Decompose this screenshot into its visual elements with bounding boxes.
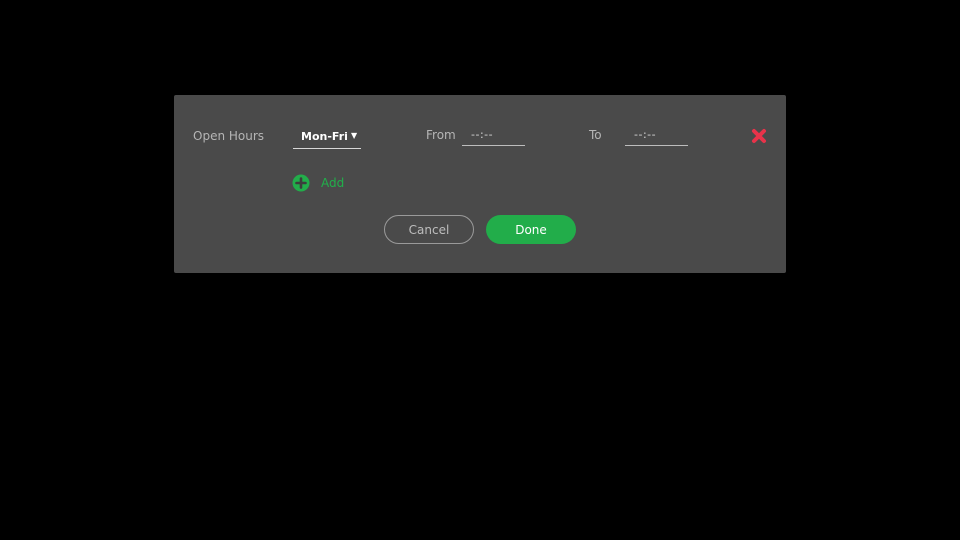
cancel-button[interactable]: Cancel: [384, 215, 474, 244]
done-button[interactable]: Done: [486, 215, 576, 244]
to-time-value: --:--: [634, 128, 657, 141]
close-icon[interactable]: [751, 128, 767, 144]
plus-circle-icon: [292, 174, 310, 192]
caret-down-icon: ▼: [351, 131, 358, 140]
from-time-value: --:--: [471, 128, 494, 141]
to-time-input[interactable]: --:--: [625, 123, 688, 146]
to-label: To: [589, 128, 602, 142]
day-range-value: Mon-Fri: [301, 130, 348, 143]
from-time-input[interactable]: --:--: [462, 123, 525, 146]
open-hours-label: Open Hours: [193, 129, 265, 143]
day-range-select[interactable]: Mon-Fri ▼: [293, 123, 361, 149]
open-hours-dialog: Open Hours Mon-Fri ▼ From --:-- To --:--…: [174, 95, 786, 273]
add-label: Add: [321, 176, 345, 190]
add-hours-button[interactable]: Add: [292, 173, 344, 193]
from-label: From: [426, 128, 456, 142]
